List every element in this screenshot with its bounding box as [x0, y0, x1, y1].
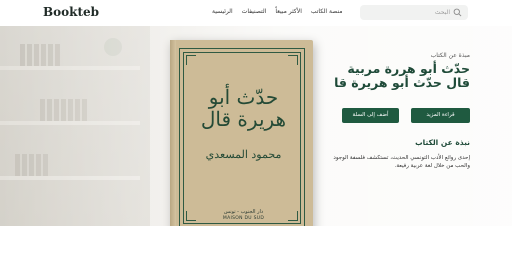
top-header: Bookteb الرئيسية التصنيفات الأكثر مبيعاً… — [0, 0, 512, 26]
cover-author: محمود المسعدي — [205, 148, 282, 161]
book-cover: حدّث أبو هريرة قال محمود المسعدي دار الج… — [170, 40, 313, 236]
book-info: مبذة عن الكتاب حدّث أبو هررة مربية قال ح… — [330, 52, 470, 91]
cover-title: حدّث أبو هريرة قال — [200, 85, 287, 131]
book-title: حدّث أبو هررة مربية قال حدّث أبو هريرة ق… — [334, 61, 470, 91]
about-heading: نبذة عن الكتاب — [415, 138, 470, 147]
search-input[interactable]: البحث — [360, 5, 468, 20]
add-to-cart-button[interactable]: أضف إلى السلة — [342, 108, 399, 123]
footer-area — [0, 226, 512, 279]
about-section: نبذة عن الكتاب إحدى روائع الأدب التونسي … — [330, 138, 470, 171]
cover-publisher-ar: دار الجنوب - تونس — [223, 209, 264, 215]
search-icon — [453, 8, 462, 17]
main-nav: الرئيسية التصنيفات الأكثر مبيعاً منصة ال… — [212, 8, 342, 15]
cover-publisher-en: MAISON DU SUD — [222, 216, 265, 221]
site-logo[interactable]: Bookteb — [43, 5, 99, 19]
read-more-button[interactable]: قراءة المزيد — [411, 108, 470, 123]
nav-item-home[interactable]: الرئيسية — [212, 8, 233, 15]
nav-item-categories[interactable]: التصنيفات — [242, 8, 267, 15]
info-label: مبذة عن الكتاب — [430, 52, 470, 59]
nav-item-author-platform[interactable]: منصة الكاتب — [311, 8, 343, 15]
about-text: إحدى روائع الأدب التونسي الحديث، تستكشف … — [333, 155, 470, 169]
search-placeholder: البحث — [434, 9, 450, 16]
action-buttons: قراءة المزيد أضف إلى السلة — [342, 108, 470, 123]
nav-item-bestsellers[interactable]: الأكثر مبيعاً — [275, 8, 302, 15]
